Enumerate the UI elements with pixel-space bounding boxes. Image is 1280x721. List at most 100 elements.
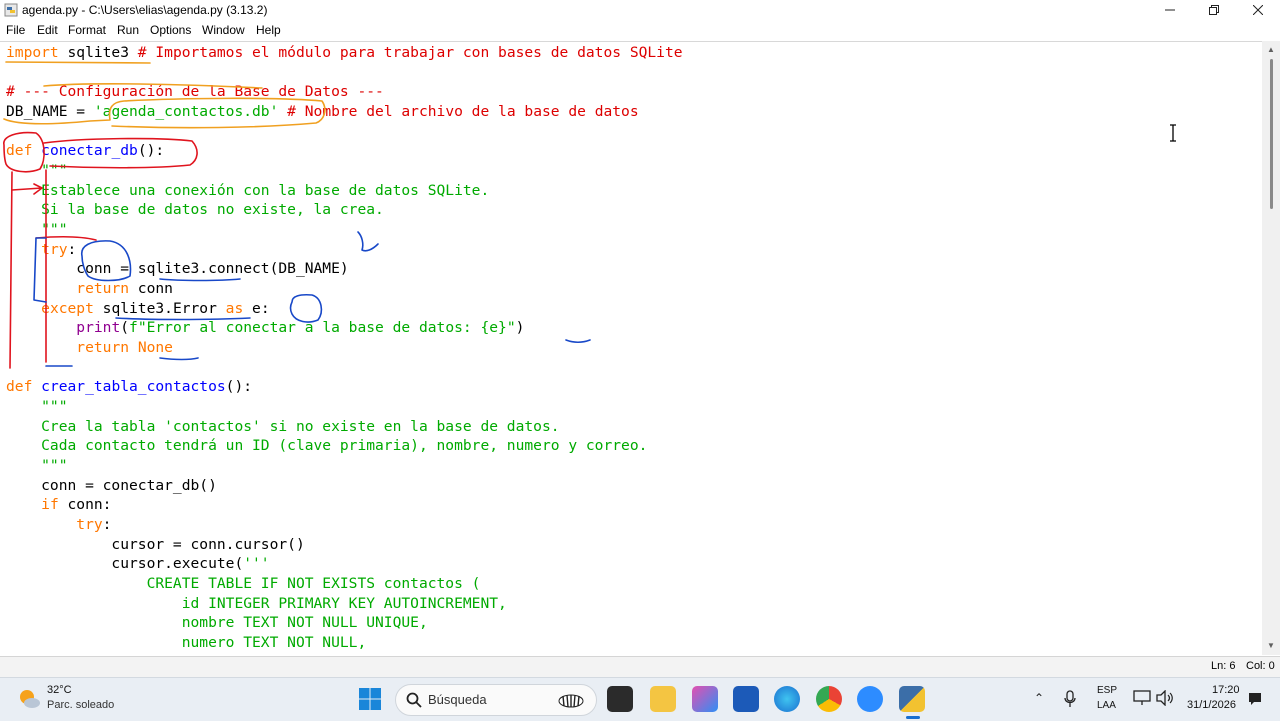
copilot-icon[interactable] [692, 686, 718, 712]
code-token: ( [120, 319, 130, 336]
code-line-7: """ [6, 162, 68, 179]
python-idle-taskbar-icon[interactable] [899, 686, 925, 712]
zebra-icon [558, 694, 584, 708]
code-line-24: if conn: [6, 495, 111, 515]
language-indicator-primary[interactable]: ESP [1097, 685, 1117, 696]
code-token: sqlite3.Error [93, 300, 226, 317]
code-line-16: return None [6, 338, 173, 358]
search-icon [406, 692, 422, 708]
menu-file[interactable]: File [6, 23, 25, 37]
code-line-9: Si la base de datos no existe, la crea. [6, 201, 384, 218]
status-line-number: Ln: 6 [1211, 660, 1236, 672]
code-function-name: conectar_db [41, 142, 138, 159]
code-token: conn: [58, 496, 112, 513]
zoom-app-icon[interactable] [857, 686, 883, 712]
task-view-icon[interactable] [607, 686, 633, 712]
scrollbar-thumb[interactable] [1270, 59, 1273, 209]
code-comment: # --- Configuración de la Base de Datos … [6, 83, 384, 100]
code-line-21: Cada contacto tendrá un ID (clave primar… [6, 437, 648, 454]
weather-sun-icon[interactable] [16, 686, 42, 712]
search-placeholder: Búsqueda [428, 692, 487, 707]
title-bar: agenda.py - C:\Users\elias\agenda.py (3.… [0, 0, 1280, 20]
network-icon[interactable] [1133, 690, 1151, 706]
volume-icon[interactable] [1156, 690, 1174, 706]
code-token: None [137, 339, 173, 356]
language-indicator-secondary[interactable]: LAA [1097, 700, 1116, 711]
code-line-22: """ [6, 457, 68, 474]
vertical-scrollbar[interactable]: ▲ ▼ [1262, 41, 1280, 655]
weather-temperature[interactable]: 32°C [47, 684, 72, 696]
microsoft-store-icon[interactable] [733, 686, 759, 712]
code-line-11: try: [6, 240, 76, 260]
scroll-down-icon[interactable]: ▼ [1267, 641, 1275, 650]
code-line-28: CREATE TABLE IF NOT EXISTS contactos ( [6, 575, 481, 592]
code-line-4: DB_NAME = 'agenda_contactos.db' # Nombre… [6, 102, 639, 122]
status-column-number: Col: 0 [1246, 660, 1275, 672]
microphone-icon[interactable] [1064, 690, 1076, 708]
restore-button[interactable] [1192, 0, 1236, 20]
code-line-8: Establece una conexión con la base de da… [6, 182, 490, 199]
code-line-18: def crear_tabla_contactos(): [6, 377, 252, 397]
weather-description[interactable]: Parc. soleado [47, 699, 114, 711]
code-line-26: cursor = conn.cursor() [6, 536, 305, 553]
clock-date[interactable]: 31/1/2026 [1187, 699, 1236, 711]
taskbar: 32°C Parc. soleado Búsqueda ⌃ ESP LAA 17… [0, 677, 1280, 721]
code-token: cursor.execute( [6, 555, 244, 572]
code-line-31: numero TEXT NOT NULL, [6, 634, 367, 651]
clock-time[interactable]: 17:20 [1212, 684, 1240, 696]
chevron-up-icon[interactable]: ⌃ [1034, 691, 1044, 705]
code-line-6: def conectar_db(): [6, 141, 164, 161]
scroll-up-icon[interactable]: ▲ [1267, 45, 1275, 54]
menu-bar: File Edit Format Run Options Window Help [0, 21, 1280, 40]
code-token: try [76, 516, 103, 533]
menu-options[interactable]: Options [150, 23, 191, 37]
code-editor[interactable]: import sqlite3 # Importamos el módulo pa… [0, 41, 1262, 656]
windows-start-icon[interactable] [358, 687, 382, 711]
taskbar-search[interactable]: Búsqueda [395, 684, 597, 716]
code-line-20: Crea la tabla 'contactos' si no existe e… [6, 418, 560, 435]
menu-help[interactable]: Help [256, 23, 281, 37]
code-line-19: """ [6, 398, 68, 415]
window-title: agenda.py - C:\Users\elias\agenda.py (3.… [22, 3, 268, 17]
code-token: if [41, 496, 59, 513]
menu-window[interactable]: Window [202, 23, 245, 37]
code-line-10: """ [6, 221, 68, 238]
code-comment: # Importamos el módulo para trabajar con… [137, 44, 683, 61]
code-token: import [6, 44, 59, 61]
code-token: return [76, 339, 130, 356]
code-token: try [41, 241, 68, 258]
code-line-29: id INTEGER PRIMARY KEY AUTOINCREMENT, [6, 595, 507, 612]
code-token: def [6, 378, 33, 395]
notifications-icon[interactable] [1248, 692, 1262, 706]
menu-format[interactable]: Format [68, 23, 106, 37]
code-token: def [6, 142, 33, 159]
status-bar: Ln: 6 Col: 0 [0, 656, 1280, 677]
code-token: conn [129, 280, 173, 297]
code-token: sqlite3 [58, 44, 138, 61]
edge-browser-icon[interactable] [774, 686, 800, 712]
menu-run[interactable]: Run [117, 23, 139, 37]
minimize-button[interactable] [1148, 0, 1192, 20]
code-string: ''' [243, 555, 270, 572]
chrome-browser-icon[interactable] [816, 686, 842, 712]
code-line-15: print(f"Error al conectar a la base de d… [6, 318, 524, 338]
code-token: : [67, 241, 77, 258]
code-token: ) [515, 319, 525, 336]
code-token: (): [225, 378, 253, 395]
code-line-23: conn = conectar_db() [6, 477, 217, 494]
close-icon [1253, 5, 1263, 15]
file-explorer-icon[interactable] [650, 686, 676, 712]
code-token: : [102, 516, 112, 533]
code-line-30: nombre TEXT NOT NULL UNIQUE, [6, 614, 428, 631]
code-line-13: return conn [6, 279, 173, 299]
code-function-name: crear_tabla_contactos [41, 378, 226, 395]
code-string: f"Error al conectar a la base de datos: … [129, 319, 516, 336]
code-token: (): [137, 142, 165, 159]
code-builtin: print [76, 319, 121, 336]
menu-edit[interactable]: Edit [37, 23, 58, 37]
code-line-27: cursor.execute(''' [6, 554, 270, 574]
text-cursor-icon [1170, 124, 1176, 142]
code-string: 'agenda_contactos.db' [93, 103, 279, 120]
close-button[interactable] [1236, 0, 1280, 20]
python-idle-icon [4, 3, 18, 17]
